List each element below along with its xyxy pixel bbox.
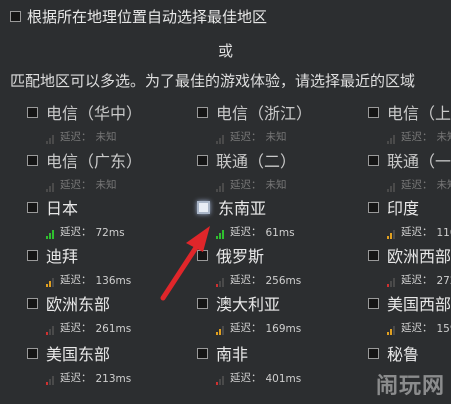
annotation-arrow — [160, 226, 210, 301]
arrow-head — [186, 226, 210, 252]
arrow-shaft — [160, 243, 200, 301]
watermark-logo: 闹玩网 — [375, 373, 445, 399]
